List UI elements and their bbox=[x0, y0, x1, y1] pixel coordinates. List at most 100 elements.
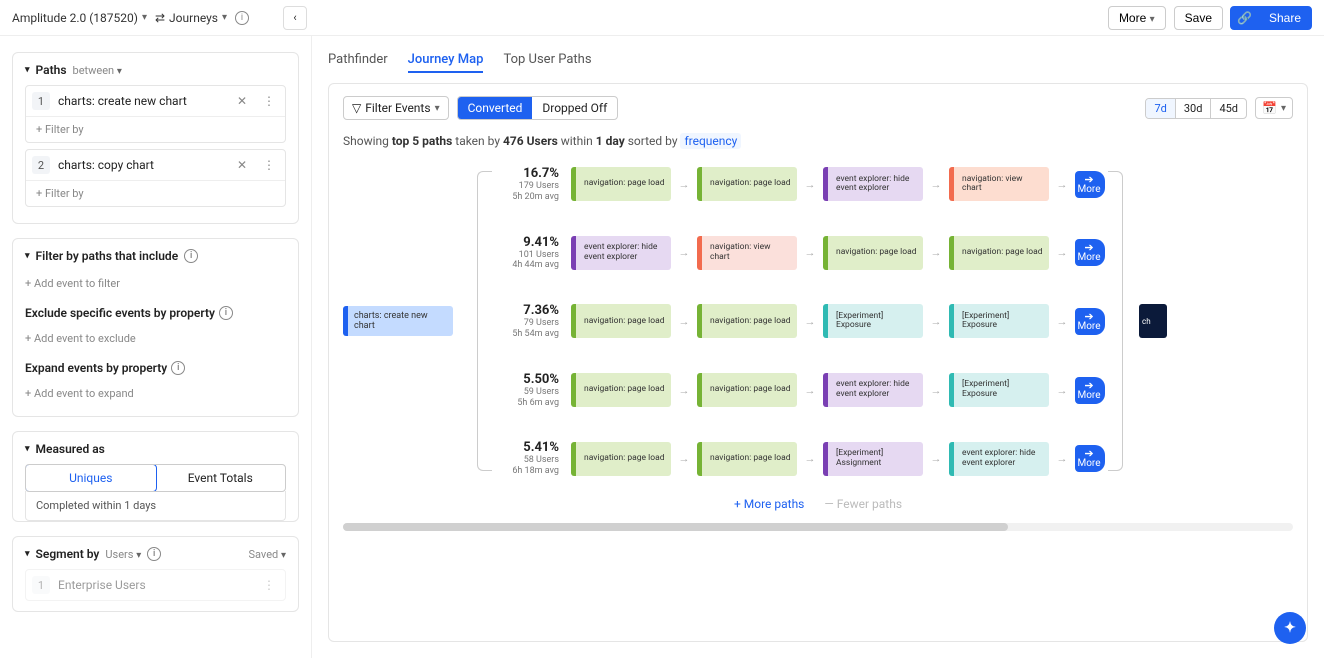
info-icon[interactable]: i bbox=[171, 361, 185, 375]
path-row: 5.41%58 Users6h 18m avgnavigation: page … bbox=[495, 440, 1105, 477]
path-node[interactable]: navigation: page load bbox=[697, 304, 797, 338]
filter-events-button[interactable]: ▽ Filter Events ▾ bbox=[343, 96, 449, 120]
add-event-to-expand[interactable]: + Add event to expand bbox=[25, 381, 286, 406]
arrow-right-icon: → bbox=[929, 383, 943, 397]
converted-button[interactable]: Converted bbox=[458, 97, 533, 119]
dropped-off-button[interactable]: Dropped Off bbox=[532, 97, 617, 119]
close-icon[interactable]: ✕ bbox=[233, 94, 251, 108]
add-event-to-filter[interactable]: + Add event to filter bbox=[25, 271, 286, 296]
link-button[interactable]: 🔗 bbox=[1230, 6, 1259, 30]
share-button[interactable]: Share bbox=[1258, 6, 1312, 30]
time-45d[interactable]: 45d bbox=[1210, 99, 1246, 118]
segment-name[interactable]: Enterprise Users bbox=[58, 578, 251, 592]
path-avg: 5h 54m avg bbox=[495, 329, 559, 340]
path-node[interactable]: event explorer: hide event explorer bbox=[823, 167, 923, 201]
arrow-right-icon: → bbox=[677, 246, 691, 260]
path-node[interactable]: navigation: page load bbox=[571, 167, 671, 201]
time-7d[interactable]: 7d bbox=[1146, 99, 1174, 118]
assistant-icon: ✦ bbox=[1284, 620, 1296, 636]
chevron-down-icon: ▾ bbox=[435, 103, 440, 114]
info-icon[interactable]: i bbox=[184, 249, 198, 263]
calendar-icon: 📅 bbox=[1262, 101, 1277, 115]
more-paths-button[interactable]: + More paths bbox=[734, 497, 804, 511]
path-node[interactable]: navigation: page load bbox=[571, 304, 671, 338]
horizontal-scrollbar[interactable] bbox=[343, 523, 1293, 531]
tab-pathfinder[interactable]: Pathfinder bbox=[328, 52, 388, 73]
save-button[interactable]: Save bbox=[1174, 6, 1223, 30]
tool-selector[interactable]: ⇄ Journeys ▾ bbox=[155, 11, 227, 25]
paths-controls: + More paths — Fewer paths bbox=[343, 497, 1293, 511]
arrow-right-icon: → bbox=[677, 177, 691, 191]
add-event-to-exclude[interactable]: + Add event to exclude bbox=[25, 326, 286, 351]
path-node[interactable]: navigation: page load bbox=[697, 167, 797, 201]
path-node[interactable]: navigation: view chart bbox=[697, 236, 797, 270]
event-name[interactable]: charts: copy chart bbox=[58, 158, 225, 172]
more-button[interactable]: More ▾ bbox=[1108, 6, 1166, 30]
path-node[interactable]: event explorer: hide event explorer bbox=[949, 442, 1049, 476]
filter-by-button[interactable]: + Filter by bbox=[26, 180, 285, 206]
chevron-down-icon: ▾ bbox=[222, 12, 227, 23]
saved-dropdown[interactable]: Saved ▾ bbox=[249, 548, 287, 561]
uniques-button[interactable]: Uniques bbox=[25, 464, 157, 492]
path-row: 5.50%59 Users5h 6m avgnavigation: page l… bbox=[495, 372, 1105, 409]
more-icon[interactable]: ⋮ bbox=[259, 94, 279, 108]
info-icon[interactable]: i bbox=[219, 306, 233, 320]
path-node[interactable]: event explorer: hide event explorer bbox=[571, 236, 671, 270]
path-node[interactable]: [Experiment] Exposure bbox=[823, 304, 923, 338]
project-selector[interactable]: Amplitude 2.0 (187520) ▾ bbox=[12, 11, 147, 25]
segment-title[interactable]: ▾ Segment by Users ▾ i Saved ▾ bbox=[25, 547, 286, 561]
chevron-down-icon: ▾ bbox=[25, 444, 30, 454]
event-totals-button[interactable]: Event Totals bbox=[156, 465, 286, 491]
more-icon[interactable]: ⋮ bbox=[259, 158, 279, 172]
scrollbar-thumb[interactable] bbox=[343, 523, 1008, 531]
tab-top-user-paths[interactable]: Top User Paths bbox=[503, 52, 591, 73]
filter-panel-title[interactable]: ▾ Filter by paths that include i bbox=[25, 249, 286, 263]
path-node[interactable]: navigation: page load bbox=[949, 236, 1049, 270]
more-icon[interactable]: ⋮ bbox=[259, 578, 279, 592]
chevron-down-icon: ▾ bbox=[1150, 14, 1155, 25]
path-node[interactable]: event explorer: hide event explorer bbox=[823, 373, 923, 407]
close-icon[interactable]: ✕ bbox=[233, 158, 251, 172]
measured-title[interactable]: ▾ Measured as bbox=[25, 442, 286, 456]
completed-within[interactable]: Completed within 1 days bbox=[25, 491, 286, 521]
fewer-paths-button[interactable]: — Fewer paths bbox=[824, 497, 902, 511]
paths-mode[interactable]: between ▾ bbox=[73, 64, 122, 77]
tab-journey-map[interactable]: Journey Map bbox=[408, 52, 484, 73]
help-fab[interactable]: ✦ bbox=[1274, 612, 1306, 644]
path-node[interactable]: navigation: page load bbox=[823, 236, 923, 270]
more-steps-button[interactable]: ➔More bbox=[1075, 308, 1105, 335]
chevron-down-icon: ▾ bbox=[25, 549, 30, 559]
flow-canvas[interactable]: charts: create new chart 16.7%179 Users5… bbox=[343, 166, 1293, 629]
more-label: More bbox=[1119, 11, 1146, 25]
filter-icon: ▽ bbox=[352, 101, 361, 115]
event-name[interactable]: charts: create new chart bbox=[58, 94, 225, 108]
path-node[interactable]: navigation: page load bbox=[571, 442, 671, 476]
end-node[interactable]: ch bbox=[1139, 304, 1167, 338]
more-steps-button[interactable]: ➔More bbox=[1075, 377, 1105, 404]
sort-by-link[interactable]: frequency bbox=[680, 133, 741, 149]
more-steps-button[interactable]: ➔More bbox=[1075, 239, 1105, 266]
start-node[interactable]: charts: create new chart bbox=[343, 306, 453, 336]
path-node[interactable]: navigation: page load bbox=[697, 442, 797, 476]
path-node[interactable]: [Experiment] Assignment bbox=[823, 442, 923, 476]
path-node[interactable]: navigation: page load bbox=[697, 373, 797, 407]
date-picker-button[interactable]: 📅 ▾ bbox=[1255, 97, 1293, 119]
link-icon: 🔗 bbox=[1237, 11, 1252, 25]
arrow-right-icon: → bbox=[929, 177, 943, 191]
path-node[interactable]: navigation: view chart bbox=[949, 167, 1049, 201]
more-steps-button[interactable]: ➔More bbox=[1075, 171, 1105, 198]
filter-by-button[interactable]: + Filter by bbox=[26, 116, 285, 142]
path-users: 59 Users bbox=[495, 387, 559, 398]
path-node[interactable]: navigation: page load bbox=[571, 373, 671, 407]
chevron-down-icon: ▾ bbox=[1281, 103, 1286, 114]
collapse-sidebar-button[interactable]: ‹ bbox=[283, 6, 307, 30]
time-30d[interactable]: 30d bbox=[1175, 99, 1211, 118]
paths-panel-title[interactable]: ▾ Paths between ▾ bbox=[25, 63, 286, 77]
info-icon[interactable]: i bbox=[147, 547, 161, 561]
more-steps-button[interactable]: ➔More bbox=[1075, 445, 1105, 472]
info-icon[interactable]: i bbox=[235, 11, 249, 25]
path-node[interactable]: [Experiment] Exposure bbox=[949, 373, 1049, 407]
segment-mode[interactable]: Users ▾ bbox=[105, 548, 141, 561]
segment-label: Segment by bbox=[36, 547, 100, 561]
path-node[interactable]: [Experiment] Exposure bbox=[949, 304, 1049, 338]
